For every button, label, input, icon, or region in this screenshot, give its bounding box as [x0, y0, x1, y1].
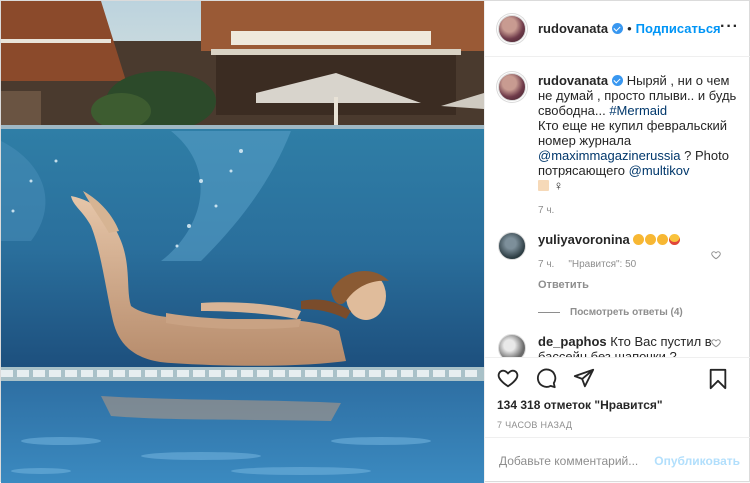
emoji-icon: [657, 234, 669, 245]
heart-eyes-emoji-icon: [669, 234, 681, 245]
comment-body: yuliyavoronina 7 ч. "Нравится": 50 Ответ…: [538, 232, 740, 293]
like-comment-heart-icon[interactable]: [711, 338, 721, 348]
clapping-emoji: [633, 232, 681, 247]
publish-button[interactable]: Опубликовать: [654, 454, 740, 468]
author-username[interactable]: rudovanata: [538, 21, 608, 36]
instagram-post: rudovanata • Подписаться ··· rudovanata …: [0, 0, 750, 483]
save-bookmark-icon[interactable]: [708, 368, 728, 390]
view-replies-label: Посмотреть ответы (4): [570, 307, 683, 318]
comment-meta: 7 ч. "Нравится": 50: [538, 257, 740, 272]
likes-count[interactable]: 134 318 отметок "Нравится": [497, 398, 740, 412]
avatar[interactable]: [498, 334, 526, 357]
post-timestamp[interactable]: 7 ЧАСОВ НАЗАД: [497, 420, 740, 430]
divider-line: [538, 312, 560, 313]
comment-likes[interactable]: "Нравится": 50: [568, 257, 636, 272]
comment-bubble-icon[interactable]: [535, 367, 557, 389]
post-actions: 134 318 отметок "Нравится" 7 ЧАСОВ НАЗАД: [485, 357, 750, 430]
comment-input[interactable]: Добавьте комментарий...: [499, 454, 654, 468]
emoji-icon: [633, 234, 645, 245]
more-options-icon[interactable]: ···: [720, 19, 739, 35]
separator-dot: •: [627, 21, 632, 36]
avatar[interactable]: [498, 232, 526, 260]
like-comment-heart-icon[interactable]: [711, 250, 721, 260]
avatar[interactable]: [498, 14, 526, 43]
reply-button[interactable]: Ответить: [538, 278, 740, 293]
mention-link[interactable]: @maximmagazinerussia: [538, 148, 681, 163]
comments-list[interactable]: rudovanata Ныряй , ни о чем не думай , п…: [485, 57, 750, 357]
comment-username[interactable]: yuliyavoronina: [538, 232, 630, 247]
skin-tone-emoji: [538, 180, 549, 191]
mention-link[interactable]: @multikov: [629, 163, 690, 178]
verified-badge-icon: [612, 75, 624, 86]
caption-meta: 7 ч.: [538, 203, 740, 218]
female-sign-emoji: ♀: [553, 178, 564, 193]
comment: de_paphos Кто Вас пустил в бассейн без ш…: [498, 334, 740, 357]
avatar[interactable]: [498, 73, 526, 101]
pool-photo: [1, 1, 484, 483]
post-image[interactable]: [1, 1, 484, 483]
caption-text-2: Кто еще не купил февральский номер журна…: [538, 118, 728, 148]
view-replies-button[interactable]: Посмотреть ответы (4): [538, 307, 740, 318]
hashtag-link[interactable]: #Mermaid: [609, 103, 667, 118]
verified-badge-icon: [612, 23, 624, 34]
comment-username[interactable]: de_paphos: [538, 334, 607, 349]
comment: yuliyavoronina 7 ч. "Нравится": 50 Ответ…: [498, 232, 740, 293]
caption: rudovanata Ныряй , ни о чем не думай , п…: [498, 73, 740, 218]
comment-time[interactable]: 7 ч.: [538, 257, 554, 272]
share-paper-plane-icon[interactable]: [573, 367, 595, 389]
caption-time[interactable]: 7 ч.: [538, 203, 554, 218]
caption-username[interactable]: rudovanata: [538, 73, 608, 88]
post-side-panel: rudovanata • Подписаться ··· rudovanata …: [484, 1, 750, 483]
like-heart-icon[interactable]: [497, 367, 519, 389]
add-comment-bar: Добавьте комментарий... Опубликовать: [485, 437, 750, 483]
caption-body: rudovanata Ныряй , ни о чем не думай , п…: [538, 73, 740, 218]
action-icons-row: [497, 358, 740, 398]
post-header: rudovanata • Подписаться ···: [485, 1, 750, 57]
emoji-icon: [645, 234, 657, 245]
follow-button[interactable]: Подписаться: [636, 21, 721, 36]
comment-body: de_paphos Кто Вас пустил в бассейн без ш…: [538, 334, 740, 357]
